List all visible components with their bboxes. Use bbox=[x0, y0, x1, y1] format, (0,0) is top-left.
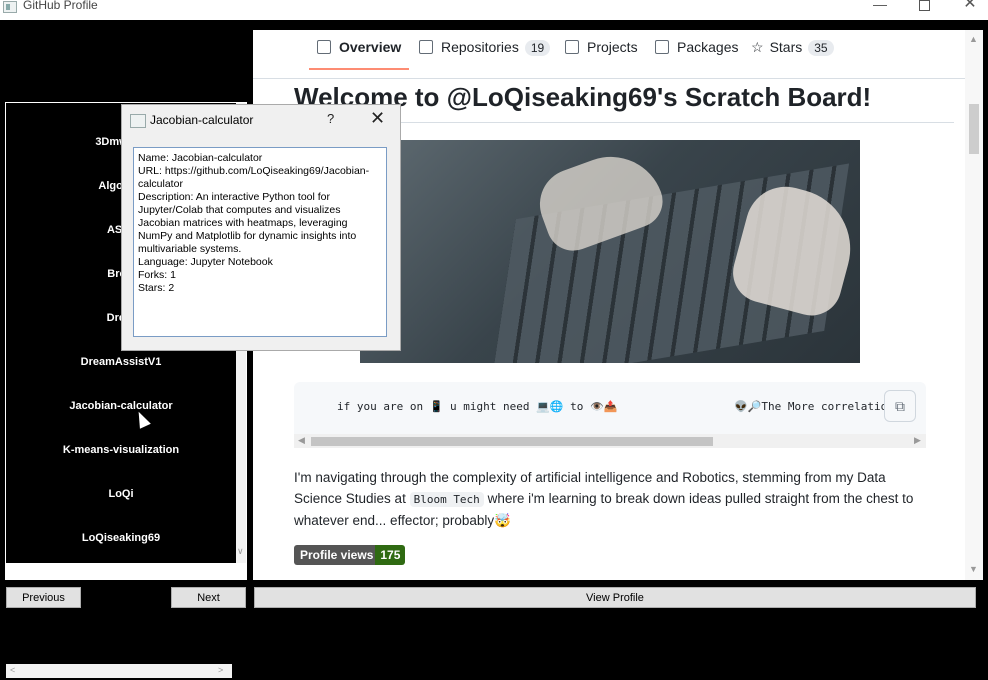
scroll-up-icon[interactable]: ▲ bbox=[969, 34, 978, 44]
code-block: if you are on 📱 u might need 💻🌐 to 👁️📤 👽… bbox=[294, 382, 926, 448]
app-icon bbox=[3, 1, 17, 13]
keyboard-typing-image bbox=[360, 140, 860, 363]
scroll-down-icon[interactable]: ▼ bbox=[969, 564, 978, 574]
profile-views-count: 175 bbox=[375, 545, 406, 565]
view-profile-button[interactable]: View Profile bbox=[254, 587, 976, 608]
previous-button[interactable]: Previous bbox=[6, 587, 81, 608]
scroll-right-icon[interactable]: > bbox=[218, 665, 223, 675]
title-bar: GitHub Profile — ✕ bbox=[0, 0, 988, 20]
bio-paragraph: I'm navigating through the complexity of… bbox=[294, 470, 914, 528]
scroll-corner bbox=[232, 664, 250, 680]
profile-views-badge: Profile views 175 bbox=[294, 545, 406, 565]
scroll-left-icon[interactable]: ◀ bbox=[298, 435, 305, 446]
dialog-app-icon bbox=[130, 114, 146, 128]
dialog-title: Jacobian-calculator bbox=[150, 113, 254, 127]
profile-tab-bar: Overview Repositories 19 Projects Package… bbox=[253, 30, 965, 79]
page-scroll-thumb[interactable] bbox=[969, 104, 979, 154]
maximize-icon[interactable] bbox=[914, 0, 934, 16]
tab-packages[interactable]: Packages bbox=[655, 39, 738, 63]
inline-code: Bloom Tech bbox=[409, 492, 484, 507]
repositories-count: 19 bbox=[524, 40, 551, 56]
code-line: if you are on 📱 u might need 💻🌐 to 👁️📤 bbox=[337, 400, 618, 413]
list-item[interactable]: K-means-visualization bbox=[6, 442, 236, 462]
tab-projects[interactable]: Projects bbox=[565, 39, 638, 63]
active-tab-indicator bbox=[309, 68, 409, 70]
code-line-overflow: 👽🔎The More correlation bbox=[734, 400, 894, 413]
copy-icon[interactable]: ⧉ bbox=[884, 390, 916, 422]
repo-details-text[interactable]: Name: Jacobian-calculator URL: https://g… bbox=[133, 147, 387, 337]
scroll-left-icon[interactable]: < bbox=[10, 665, 15, 675]
star-icon: ☆ bbox=[751, 39, 764, 55]
list-item[interactable]: LoQiseaking69 bbox=[6, 530, 236, 550]
tab-stars[interactable]: ☆ Stars 35 bbox=[751, 39, 834, 63]
list-item[interactable]: DreamAssistV1 bbox=[6, 354, 236, 374]
list-item[interactable]: Jacobian-calculator bbox=[6, 398, 236, 418]
page-vertical-scrollbar[interactable]: ▲ ▼ bbox=[965, 30, 983, 580]
scroll-right-icon[interactable]: ▶ bbox=[914, 435, 921, 446]
repo-details-dialog: Jacobian-calculator ? ✕ Name: Jacobian-c… bbox=[121, 104, 401, 351]
help-icon[interactable]: ? bbox=[327, 111, 334, 126]
scroll-down-icon[interactable]: ∨ bbox=[237, 546, 244, 557]
repo-icon bbox=[419, 40, 433, 54]
close-icon[interactable]: ✕ bbox=[960, 0, 980, 16]
list-horizontal-scrollbar[interactable]: < > bbox=[6, 664, 232, 678]
tab-overview[interactable]: Overview bbox=[317, 39, 401, 63]
minimize-icon[interactable]: — bbox=[870, 0, 890, 16]
next-button[interactable]: Next bbox=[171, 587, 246, 608]
book-icon bbox=[317, 40, 331, 54]
tab-repositories[interactable]: Repositories 19 bbox=[419, 39, 551, 63]
code-scroll-thumb[interactable] bbox=[311, 437, 713, 446]
window-title: GitHub Profile bbox=[23, 0, 98, 12]
dialog-close-icon[interactable]: ✕ bbox=[370, 108, 385, 129]
table-icon bbox=[565, 40, 579, 54]
stars-count: 35 bbox=[808, 40, 834, 56]
package-icon bbox=[655, 40, 669, 54]
list-item[interactable]: LoQi bbox=[6, 486, 236, 506]
code-horizontal-scrollbar[interactable]: ◀ ▶ bbox=[294, 434, 926, 448]
